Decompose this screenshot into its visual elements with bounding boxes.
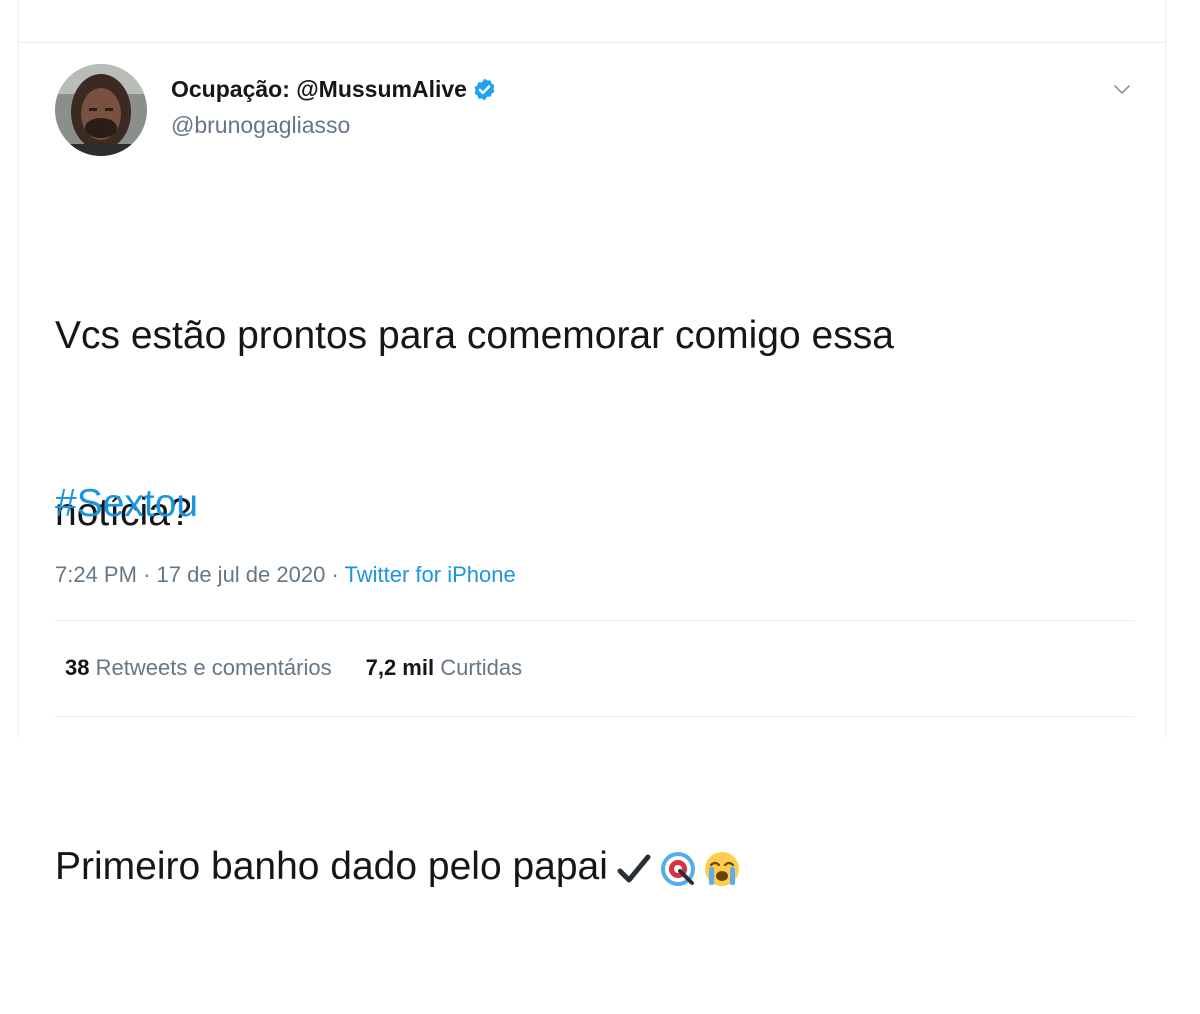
- meta-separator-2: ·: [331, 562, 339, 587]
- crying-face-icon: [704, 851, 739, 886]
- tweet-card: Ocupação: @MussumAlive @brunogagliasso V…: [18, 0, 1166, 888]
- tweet-line-3: Primeiro banho dado pelo papai: [55, 845, 608, 888]
- tweet-time[interactable]: 7:24 PM: [55, 562, 137, 587]
- likes-label: Curtidas: [440, 655, 523, 680]
- tweet-line-2: notícia?: [55, 491, 192, 534]
- retweets-count: 38: [65, 655, 90, 680]
- stats-top-divider: [55, 620, 1135, 621]
- likes-stat[interactable]: 7,2 mil Curtidas: [366, 655, 523, 681]
- emoji-row: [614, 849, 746, 889]
- retweets-stat[interactable]: 38 Retweets e comentários: [65, 655, 332, 681]
- tweet-meta: 7:24 PM · 17 de jul de 2020 · Twitter fo…: [55, 562, 516, 588]
- tweet-date[interactable]: 17 de jul de 2020: [157, 562, 326, 587]
- display-name[interactable]: Ocupação: @MussumAlive: [171, 76, 497, 103]
- tweet-line-1: Vcs estão prontos para comemorar comigo …: [55, 314, 894, 357]
- top-divider: [19, 42, 1165, 43]
- display-name-text[interactable]: Ocupação: @MussumAlive: [171, 76, 467, 103]
- likes-count: 7,2 mil: [365, 655, 435, 680]
- chevron-down-icon[interactable]: [1111, 78, 1133, 100]
- tweet-text: Vcs estão prontos para comemorar comigo …: [55, 188, 1135, 1014]
- tweet-line-3-row: Primeiro banho dado pelo papai: [55, 837, 1135, 896]
- target-icon: [660, 851, 695, 886]
- meta-separator: ·: [143, 562, 151, 587]
- tweet-source-link[interactable]: Twitter for iPhone: [345, 562, 516, 587]
- user-handle[interactable]: @brunogagliasso: [171, 112, 350, 139]
- hashtag-link[interactable]: #Sextou: [55, 474, 198, 533]
- retweets-label: Retweets e comentários: [95, 655, 332, 680]
- stats-bottom-divider: [55, 716, 1135, 717]
- check-mark-icon: [617, 854, 651, 883]
- avatar[interactable]: [55, 64, 147, 156]
- avatar-photo: [55, 64, 147, 156]
- verified-badge-icon: [474, 78, 495, 101]
- tweet-stats: 38 Retweets e comentários 7,2 mil Curtid…: [65, 655, 522, 681]
